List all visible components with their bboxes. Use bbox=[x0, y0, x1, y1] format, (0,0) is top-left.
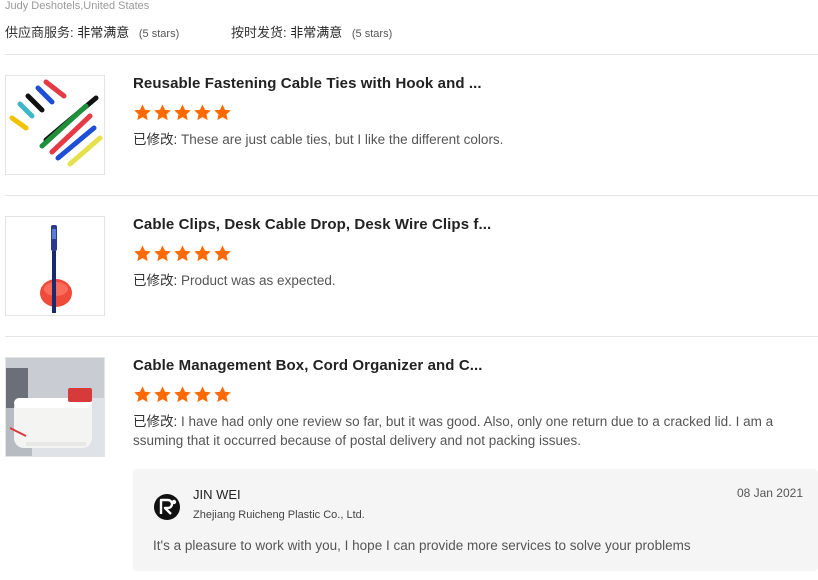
star-icon bbox=[174, 386, 191, 403]
review-text: These are just cable ties, but I like th… bbox=[177, 132, 504, 147]
product-title-link[interactable]: Cable Clips, Desk Cable Drop, Desk Wire … bbox=[133, 216, 491, 233]
star-icon bbox=[174, 104, 191, 121]
product-title-link[interactable]: Cable Management Box, Cord Organizer and… bbox=[133, 357, 483, 374]
supplier-service-rating: 供应商服务: 非常满意 (5 stars) bbox=[5, 22, 179, 41]
review-comment: 已修改: Product was as expected. bbox=[133, 271, 793, 290]
company-logo-icon bbox=[154, 494, 180, 520]
star-rating bbox=[133, 244, 232, 263]
on-time-stars: (5 stars) bbox=[351, 28, 393, 40]
star-icon bbox=[214, 386, 231, 403]
star-icon bbox=[154, 104, 171, 121]
star-rating bbox=[133, 103, 232, 122]
edited-prefix: 已修改: bbox=[133, 273, 178, 288]
supplier-service-stars: (5 stars) bbox=[138, 28, 180, 40]
on-time-label: 按时发货: bbox=[231, 25, 287, 40]
product-thumbnail[interactable] bbox=[5, 357, 105, 457]
product-thumbnail[interactable] bbox=[5, 216, 105, 316]
divider bbox=[5, 336, 818, 337]
review-item: Cable Clips, Desk Cable Drop, Desk Wire … bbox=[5, 216, 818, 316]
star-icon bbox=[214, 245, 231, 262]
cable-clip-icon bbox=[40, 225, 72, 313]
star-icon bbox=[194, 386, 211, 403]
star-icon bbox=[134, 104, 151, 121]
on-time-value: 非常满意 bbox=[290, 25, 343, 40]
star-icon bbox=[154, 245, 171, 262]
divider bbox=[5, 195, 818, 196]
supplier-service-value: 非常满意 bbox=[77, 25, 130, 40]
review-item: Reusable Fastening Cable Ties with Hook … bbox=[5, 75, 818, 175]
edited-prefix: 已修改: bbox=[133, 132, 178, 147]
star-icon bbox=[134, 386, 151, 403]
star-icon bbox=[174, 245, 191, 262]
review-item: Cable Management Box, Cord Organizer and… bbox=[5, 357, 818, 457]
product-thumbnail[interactable] bbox=[5, 75, 105, 175]
review-text: Product was as expected. bbox=[177, 273, 336, 288]
star-icon bbox=[194, 104, 211, 121]
colorful-cable-ties-icon bbox=[9, 79, 103, 167]
replier-company: Zhejiang Ruicheng Plastic Co., Ltd. bbox=[193, 509, 365, 521]
star-icon bbox=[194, 245, 211, 262]
cable-box-icon bbox=[6, 358, 104, 456]
star-rating bbox=[133, 385, 232, 404]
star-icon bbox=[134, 245, 151, 262]
star-icon bbox=[214, 104, 231, 121]
on-time-shipping-rating: 按时发货: 非常满意 (5 stars) bbox=[231, 22, 392, 41]
edited-prefix: 已修改: bbox=[133, 414, 178, 429]
divider bbox=[5, 54, 818, 55]
seller-ratings: 供应商服务: 非常满意 (5 stars) 按时发货: 非常满意 (5 star… bbox=[5, 22, 392, 41]
reply-date: 08 Jan 2021 bbox=[736, 486, 803, 500]
review-comment: 已修改: These are just cable ties, but I li… bbox=[133, 130, 793, 149]
reply-text: It's a pleasure to work with you, I hope… bbox=[153, 538, 691, 553]
product-title-link[interactable]: Reusable Fastening Cable Ties with Hook … bbox=[133, 75, 482, 92]
supplier-service-label: 供应商服务: bbox=[5, 25, 74, 40]
star-icon bbox=[154, 386, 171, 403]
review-text: I have had only one review so far, but i… bbox=[133, 414, 774, 448]
reviewer-name: Judy Deshotels,United States bbox=[5, 0, 150, 12]
replier-name: JIN WEI bbox=[193, 487, 241, 502]
review-comment: 已修改: I have had only one review so far, … bbox=[133, 412, 793, 450]
seller-reply: JIN WEI Zhejiang Ruicheng Plastic Co., L… bbox=[133, 469, 818, 571]
